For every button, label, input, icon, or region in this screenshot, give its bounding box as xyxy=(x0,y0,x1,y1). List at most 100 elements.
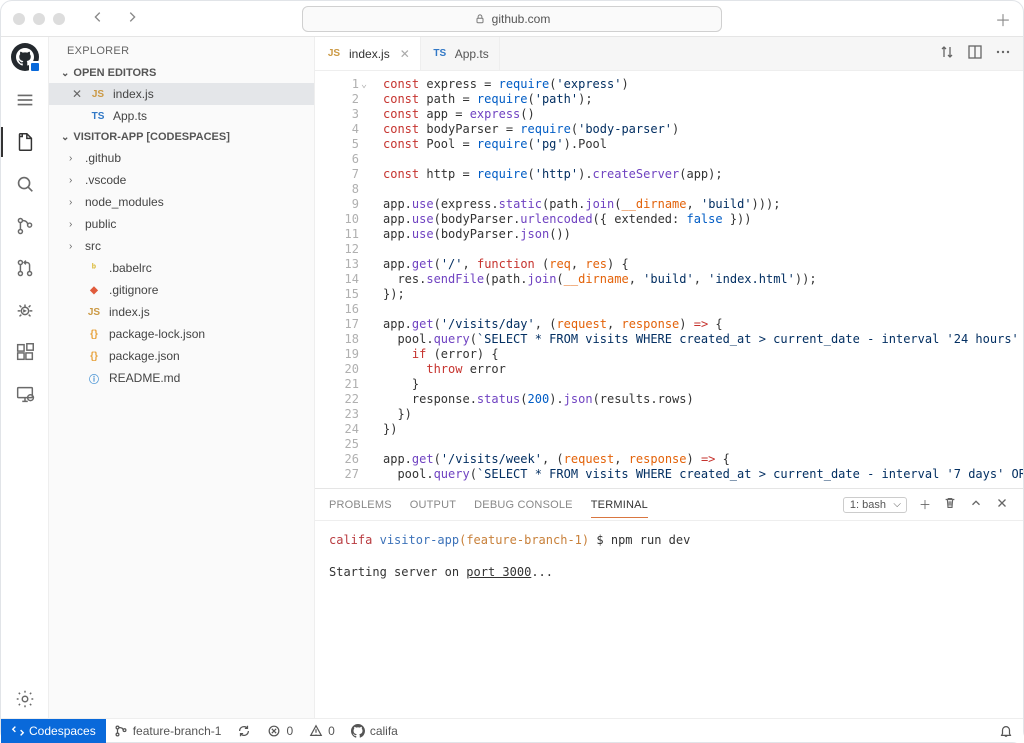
minimize-window[interactable] xyxy=(33,13,45,25)
folder-name: public xyxy=(85,217,116,231)
chevron-down-icon: ⌄ xyxy=(61,132,69,143)
folder-item[interactable]: › .vscode xyxy=(49,169,314,191)
explorer-icon[interactable] xyxy=(1,123,49,161)
github-user-status[interactable]: califa xyxy=(343,719,406,743)
output-tab[interactable]: OUTPUT xyxy=(410,499,456,511)
settings-gear-icon[interactable] xyxy=(1,680,49,718)
file-name: .gitignore xyxy=(109,283,158,297)
new-terminal-icon[interactable]: ＋ xyxy=(919,496,931,513)
url-host: github.com xyxy=(492,12,551,26)
sync-status[interactable] xyxy=(229,719,259,743)
menu-icon[interactable] xyxy=(1,81,49,119)
file-type-icon: {} xyxy=(85,329,103,340)
sidebar-title: EXPLORER xyxy=(49,37,314,63)
open-editor-item[interactable]: ✕ JS index.js xyxy=(49,83,314,105)
file-item[interactable]: ⓘ README.md xyxy=(49,367,314,389)
bottom-panel: PROBLEMS OUTPUT DEBUG CONSOLE TERMINAL 1… xyxy=(315,488,1023,718)
code-editor[interactable]: 1⌄23456789101112131415161718192021222324… xyxy=(315,71,1023,488)
file-type-icon: ◆ xyxy=(85,285,103,296)
notifications-icon[interactable] xyxy=(991,719,1023,743)
terminal-selector[interactable]: 1: bash xyxy=(843,497,907,513)
back-button[interactable] xyxy=(85,10,111,27)
folder-item[interactable]: › public xyxy=(49,213,314,235)
remote-explorer-icon[interactable] xyxy=(1,375,49,413)
chevron-right-icon: › xyxy=(69,219,79,230)
folder-item[interactable]: › node_modules xyxy=(49,191,314,213)
editor-tab[interactable]: TS App.ts xyxy=(421,37,500,70)
port-link[interactable]: port 3000 xyxy=(466,565,531,579)
search-icon[interactable] xyxy=(1,165,49,203)
file-type-icon: JS xyxy=(325,48,343,59)
file-name: App.ts xyxy=(113,109,147,123)
file-item[interactable]: ◆ .gitignore xyxy=(49,279,314,301)
chevron-right-icon: › xyxy=(69,197,79,208)
run-debug-icon[interactable] xyxy=(1,291,49,329)
compare-icon[interactable] xyxy=(939,44,955,63)
tab-label: App.ts xyxy=(455,47,489,61)
codespaces-status[interactable]: Codespaces xyxy=(1,719,106,743)
folder-name: .github xyxy=(85,151,121,165)
folder-item[interactable]: › .github xyxy=(49,147,314,169)
close-panel-icon[interactable] xyxy=(995,496,1009,513)
chevron-right-icon: › xyxy=(69,153,79,164)
open-editor-item[interactable]: TS App.ts xyxy=(49,105,314,127)
chevron-right-icon: › xyxy=(69,175,79,186)
status-bar: Codespaces feature-branch-1 0 0 califa xyxy=(1,718,1023,742)
folder-name: src xyxy=(85,239,101,253)
open-editors-section[interactable]: ⌄ OPEN EDITORS xyxy=(49,63,314,83)
editor-group: JS index.js ✕ TS App.ts 1⌄234567891011121314… xyxy=(315,37,1023,718)
file-type-icon: ᵇ xyxy=(85,263,103,274)
file-type-icon: ⓘ xyxy=(85,371,103,386)
file-type-icon: JS xyxy=(89,89,107,100)
window-controls xyxy=(13,13,65,25)
file-item[interactable]: JS index.js xyxy=(49,301,314,323)
lock-icon xyxy=(474,13,486,25)
close-window[interactable] xyxy=(13,13,25,25)
tab-label: index.js xyxy=(349,47,390,61)
activity-bar xyxy=(1,37,49,718)
file-item[interactable]: {} package-lock.json xyxy=(49,323,314,345)
chevron-right-icon: › xyxy=(69,241,79,252)
folder-name: node_modules xyxy=(85,195,164,209)
folder-item[interactable]: › src xyxy=(49,235,314,257)
file-name: package-lock.json xyxy=(109,327,205,341)
pull-requests-icon[interactable] xyxy=(1,249,49,287)
new-tab-button[interactable]: ＋ xyxy=(995,7,1011,31)
file-item[interactable]: {} package.json xyxy=(49,345,314,367)
file-type-icon: TS xyxy=(89,111,107,122)
maximize-window[interactable] xyxy=(53,13,65,25)
branch-status[interactable]: feature-branch-1 xyxy=(106,719,230,743)
explorer-sidebar: EXPLORER ⌄ OPEN EDITORS ✕ JS index.js TS App… xyxy=(49,37,315,718)
chevron-down-icon: ⌄ xyxy=(61,68,69,79)
terminal-tab[interactable]: TERMINAL xyxy=(591,499,648,518)
editor-tab[interactable]: JS index.js ✕ xyxy=(315,37,421,70)
file-name: .babelrc xyxy=(109,261,152,275)
file-name: index.js xyxy=(109,305,150,319)
terminal-body[interactable]: califa visitor-app(feature-branch-1) $ n… xyxy=(315,521,1023,718)
source-control-icon[interactable] xyxy=(1,207,49,245)
file-name: package.json xyxy=(109,349,180,363)
file-type-icon: TS xyxy=(431,48,449,59)
folder-name: .vscode xyxy=(85,173,126,187)
debug-console-tab[interactable]: DEBUG CONSOLE xyxy=(474,499,573,511)
close-icon[interactable]: ✕ xyxy=(71,87,83,101)
file-type-icon: {} xyxy=(85,351,103,362)
file-name: README.md xyxy=(109,371,180,385)
more-icon[interactable] xyxy=(995,44,1011,63)
file-type-icon: JS xyxy=(85,307,103,318)
errors-status[interactable]: 0 xyxy=(259,719,301,743)
split-editor-icon[interactable] xyxy=(967,44,983,63)
url-bar[interactable]: github.com xyxy=(302,6,722,32)
file-item[interactable]: ᵇ .babelrc xyxy=(49,257,314,279)
extensions-icon[interactable] xyxy=(1,333,49,371)
kill-terminal-icon[interactable] xyxy=(943,496,957,513)
file-name: index.js xyxy=(113,87,154,101)
warnings-status[interactable]: 0 xyxy=(301,719,343,743)
maximize-panel-icon[interactable] xyxy=(969,496,983,513)
close-tab-icon[interactable]: ✕ xyxy=(400,47,410,61)
forward-button[interactable] xyxy=(119,10,145,27)
problems-tab[interactable]: PROBLEMS xyxy=(329,499,392,511)
editor-tabs: JS index.js ✕ TS App.ts xyxy=(315,37,1023,71)
github-logo[interactable] xyxy=(11,43,39,71)
workspace-section[interactable]: ⌄ VISITOR-APP [CODESPACES] xyxy=(49,127,314,147)
